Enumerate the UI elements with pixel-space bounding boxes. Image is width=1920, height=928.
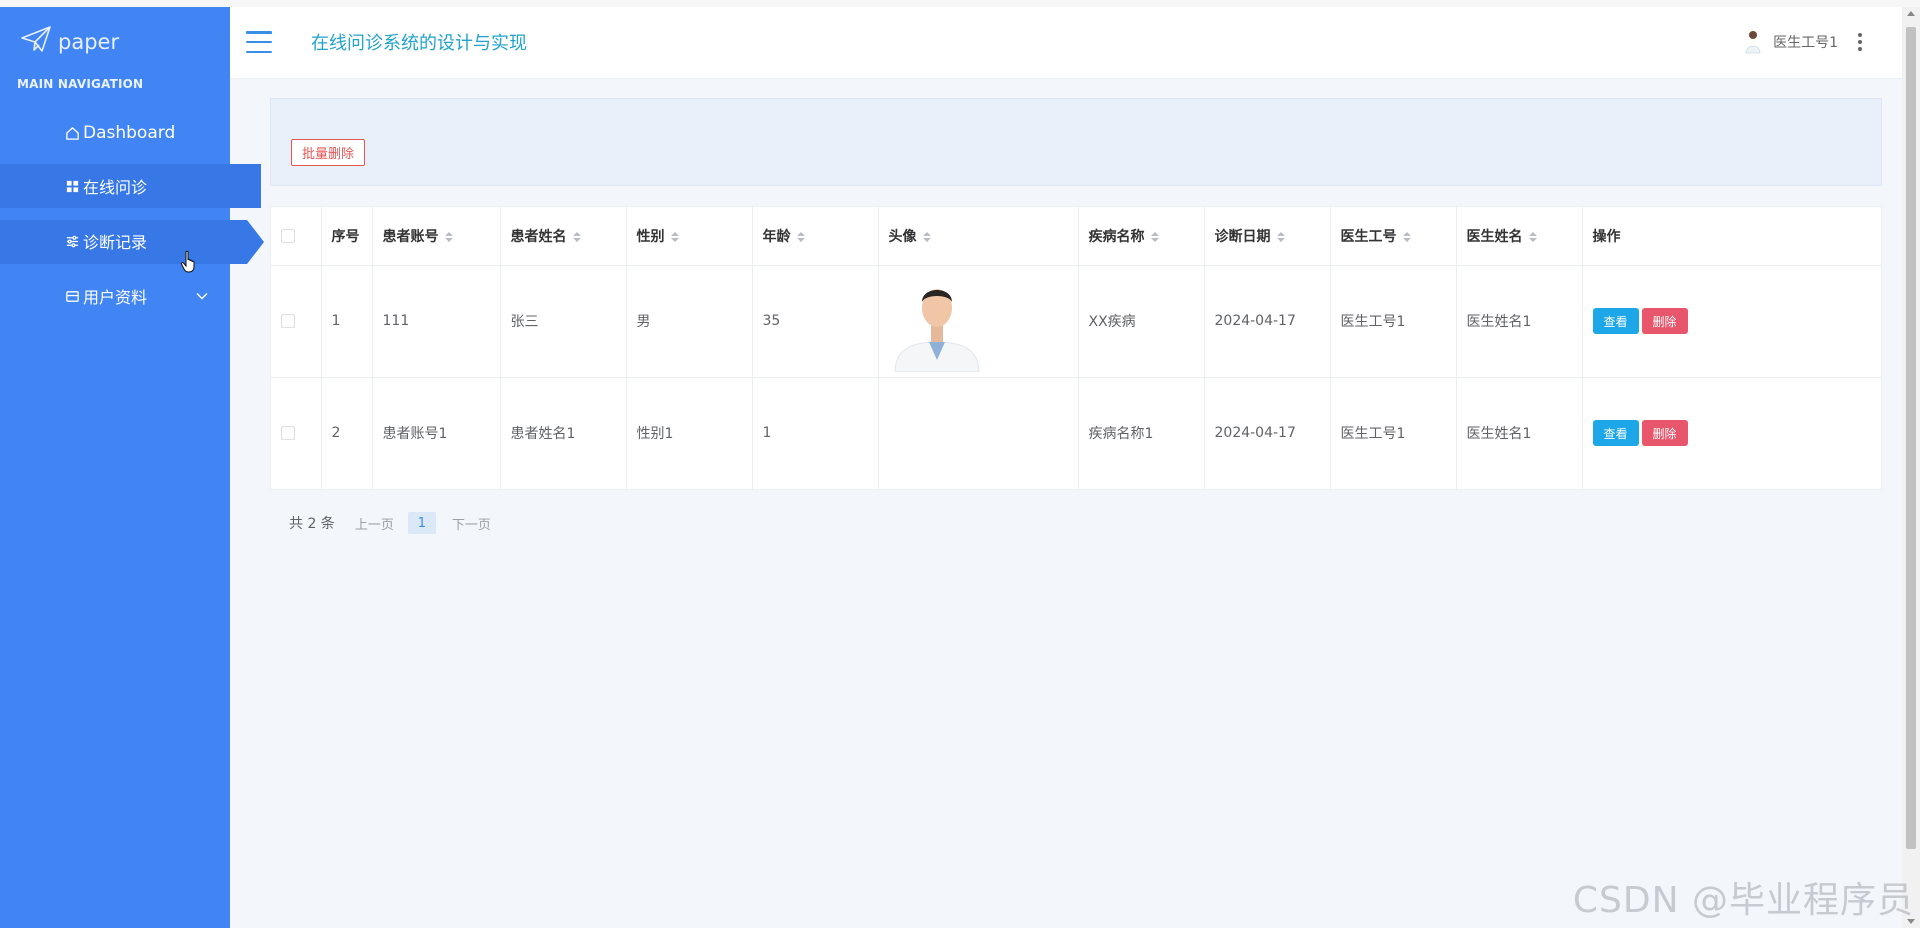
column-header[interactable]: 头像	[878, 207, 1079, 266]
sort-icon[interactable]	[670, 231, 679, 242]
table-cell: 医生姓名1	[1456, 265, 1583, 378]
view-button[interactable]: 查看	[1592, 420, 1639, 447]
table-cell: 张三	[500, 265, 627, 378]
table-cell: 男	[626, 265, 753, 378]
scroll-up-icon[interactable]	[1907, 11, 1915, 16]
column-header: 序号	[321, 207, 373, 266]
grid-icon	[63, 177, 81, 195]
patient-photo	[893, 289, 980, 372]
select-all-checkbox[interactable]	[281, 228, 295, 243]
table-row: 1 111 张三 男 35 XX疾病 2024-04-17 医生工号1 医生姓名…	[271, 265, 1881, 378]
sort-icon[interactable]	[1402, 231, 1411, 242]
table-cell: 2024-04-17	[1204, 377, 1331, 489]
action-toolbar: 批量删除	[270, 98, 1882, 186]
delete-button[interactable]: 删除	[1641, 308, 1688, 334]
table-cell: XX疾病	[1078, 265, 1205, 378]
table-cell: 性别1	[626, 377, 753, 489]
table-cell: 医生工号1	[1330, 377, 1457, 489]
column-header[interactable]: 疾病名称	[1078, 207, 1205, 266]
sidebar-item-label: 用户资料	[83, 288, 148, 307]
column-header[interactable]: 患者姓名	[500, 207, 627, 266]
table-cell: 疾病名称1	[1078, 377, 1205, 489]
sort-icon[interactable]	[796, 231, 805, 242]
sidebar-item-dashboard[interactable]: Dashboard	[0, 111, 230, 155]
sort-icon[interactable]	[572, 231, 581, 242]
column-header[interactable]: 诊断日期	[1204, 207, 1331, 266]
actions-cell: 查看 删除	[1582, 377, 1881, 489]
home-icon	[63, 124, 81, 142]
select-all-cell[interactable]	[271, 207, 322, 266]
chevron-down-icon[interactable]	[195, 289, 209, 303]
delete-button[interactable]: 删除	[1641, 420, 1688, 447]
user-name: 医生工号1	[1773, 35, 1838, 51]
column-header[interactable]: 性别	[626, 207, 753, 266]
table-cell: 35	[752, 265, 879, 378]
pagination-next[interactable]: 下一页	[452, 514, 491, 533]
nav-section-header: MAIN NAVIGATION	[17, 77, 144, 91]
sort-icon[interactable]	[1276, 231, 1285, 242]
row-checkbox[interactable]	[281, 426, 295, 441]
sort-icon[interactable]	[1150, 231, 1159, 242]
actions-cell: 查看 删除	[1582, 265, 1881, 378]
table-cell: 医生姓名1	[1456, 377, 1583, 489]
column-header[interactable]: 年龄	[752, 207, 879, 266]
page-title: 在线问诊系统的设计与实现	[311, 33, 527, 54]
pagination-total: 共 2 条	[289, 516, 335, 532]
user-menu[interactable]: 医生工号1	[1743, 29, 1862, 55]
sidebar-item-user-profile[interactable]: 用户资料	[0, 274, 230, 318]
table-cell: 2	[321, 377, 373, 489]
table-cell: 1	[752, 377, 879, 489]
table-row: 2 患者账号1 患者姓名1 性别1 1 疾病名称1 2024-04-17 医生工…	[271, 377, 1881, 489]
avatar-cell	[878, 265, 1079, 378]
top-header: 在线问诊系统的设计与实现 医生工号1	[230, 7, 1902, 79]
row-select-cell[interactable]	[271, 265, 322, 378]
sidebar-item-label: 在线问诊	[83, 178, 148, 197]
table-cell: 患者账号1	[372, 377, 501, 489]
more-vertical-icon[interactable]	[1858, 33, 1862, 51]
hand-cursor-icon	[180, 250, 195, 273]
avatar	[1745, 31, 1761, 54]
table-cell: 2024-04-17	[1204, 265, 1331, 378]
window-top-bar	[0, 0, 1920, 7]
logo-text: paper	[58, 29, 120, 54]
column-header: 操作	[1582, 207, 1881, 266]
records-table: 序号 患者账号 患者姓名 性别 年龄 头像 疾病名称 诊断日期 医生工号 医生姓…	[270, 206, 1882, 490]
avatar-cell	[878, 377, 1079, 489]
table-cell: 1	[321, 265, 373, 378]
sort-icon[interactable]	[444, 231, 453, 242]
sidebar: paper MAIN NAVIGATION Dashboard 在线问诊 诊断记…	[0, 7, 264, 928]
sidebar-item-online-consult[interactable]: 在线问诊	[0, 164, 261, 208]
scroll-thumb[interactable]	[1906, 27, 1916, 849]
table-header-row: 序号 患者账号 患者姓名 性别 年龄 头像 疾病名称 诊断日期 医生工号 医生姓…	[271, 207, 1881, 266]
logo[interactable]: paper	[20, 25, 119, 58]
view-button[interactable]: 查看	[1592, 308, 1639, 334]
sidebar-item-label: Dashboard	[83, 123, 176, 143]
pagination-prev[interactable]: 上一页	[355, 514, 394, 533]
profile-icon	[63, 287, 81, 305]
sort-icon[interactable]	[922, 231, 931, 242]
pagination-current-page[interactable]: 1	[407, 512, 436, 534]
row-select-cell[interactable]	[271, 377, 322, 489]
column-header[interactable]: 医生姓名	[1456, 207, 1583, 266]
sliders-icon	[63, 232, 81, 250]
column-header[interactable]: 患者账号	[372, 207, 501, 266]
batch-delete-button[interactable]: 批量删除	[291, 139, 366, 166]
paper-plane-icon	[20, 25, 52, 58]
active-item-arrow	[247, 220, 264, 264]
table-cell: 医生工号1	[1330, 265, 1457, 378]
pagination: 共 2 条 上一页 1 下一页	[289, 512, 505, 534]
sidebar-item-label: 诊断记录	[83, 233, 148, 252]
page-scrollbar[interactable]	[1902, 7, 1920, 928]
row-checkbox[interactable]	[281, 314, 295, 328]
table-cell: 111	[372, 265, 501, 378]
watermark: CSDN @毕业程序员	[1572, 880, 1914, 921]
menu-toggle-icon[interactable]	[246, 31, 272, 53]
table-cell: 患者姓名1	[500, 377, 627, 489]
sort-icon[interactable]	[1528, 231, 1537, 242]
column-header[interactable]: 医生工号	[1330, 207, 1457, 266]
